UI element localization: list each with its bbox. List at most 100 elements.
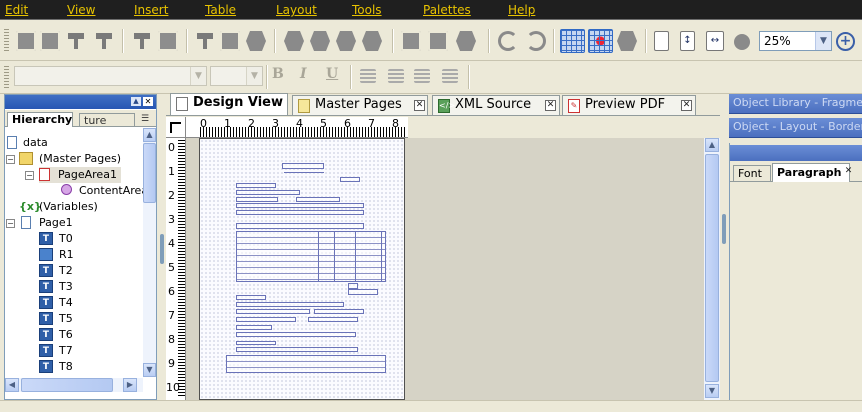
ungroup-icon[interactable] <box>428 31 448 51</box>
fit-height-icon[interactable]: ↕ <box>680 31 695 51</box>
italic-button[interactable]: I <box>300 66 307 82</box>
menu-insert[interactable]: Insert <box>134 3 168 17</box>
form-field[interactable] <box>236 332 356 337</box>
underline-button[interactable]: U <box>326 66 338 82</box>
scroll-down-icon[interactable]: ▼ <box>705 384 719 398</box>
close-icon[interactable]: ✕ <box>843 167 854 178</box>
send-backward-icon[interactable] <box>310 31 330 51</box>
actual-size-icon[interactable] <box>734 34 750 50</box>
tab-paragraph[interactable]: Paragraph <box>772 163 850 182</box>
form-field[interactable] <box>340 177 360 182</box>
zoom-in-icon[interactable]: + <box>836 32 855 51</box>
bold-button[interactable]: B <box>272 66 284 82</box>
align-left-text-icon[interactable] <box>360 69 376 83</box>
align-center-text-icon[interactable] <box>388 69 404 83</box>
menu-help[interactable]: Help <box>508 3 535 17</box>
form-page[interactable] <box>199 138 405 400</box>
scroll-up-icon[interactable]: ▲ <box>705 138 719 152</box>
right-splitter[interactable] <box>720 94 728 400</box>
form-field[interactable] <box>236 341 276 345</box>
menu-layout[interactable]: Layout <box>276 3 317 17</box>
align-right-icon[interactable] <box>40 31 60 51</box>
menu-view[interactable]: View <box>67 3 95 17</box>
merge-icon[interactable] <box>456 31 476 51</box>
left-splitter[interactable] <box>158 94 166 400</box>
zoom-select[interactable]: 25% ▼ <box>759 31 832 51</box>
form-field[interactable] <box>314 309 364 314</box>
tab-menu-icon[interactable]: ☰ <box>141 114 149 124</box>
form-field[interactable] <box>296 197 340 202</box>
center-vertical-icon[interactable] <box>158 31 178 51</box>
collapse-icon[interactable]: − <box>6 155 15 164</box>
collapse-icon[interactable]: − <box>6 219 15 228</box>
design-canvas[interactable] <box>186 138 704 400</box>
splitter-handle[interactable] <box>160 234 164 264</box>
object-layout-panel-bar[interactable]: Object - Layout - Border - A <box>729 118 862 138</box>
form-field[interactable] <box>236 317 296 322</box>
form-field[interactable] <box>236 325 272 330</box>
bring-to-front-icon[interactable] <box>336 31 356 51</box>
undo-icon[interactable] <box>498 31 518 51</box>
toolbar-grip[interactable] <box>4 66 9 88</box>
scroll-left-icon[interactable]: ◀ <box>5 378 19 392</box>
send-to-back-icon[interactable] <box>362 31 382 51</box>
scroll-up-icon[interactable]: ▲ <box>143 128 156 142</box>
menu-table[interactable]: Table <box>205 3 236 17</box>
scroll-thumb[interactable] <box>143 143 156 203</box>
form-field[interactable] <box>348 289 378 295</box>
align-right-text-icon[interactable] <box>414 69 430 83</box>
distribute-vertical-icon[interactable] <box>220 31 240 51</box>
panel-menu-icon[interactable]: ▲ <box>131 97 141 106</box>
menu-palettes[interactable]: Palettes <box>423 3 471 17</box>
close-icon[interactable]: ✕ <box>545 100 556 111</box>
tree-node-page-area[interactable]: PageArea1 PageArea1 <box>39 167 121 183</box>
justify-text-icon[interactable] <box>442 69 458 83</box>
form-field[interactable] <box>236 210 364 215</box>
group-icon[interactable] <box>401 31 421 51</box>
close-icon[interactable]: ✕ <box>414 100 425 111</box>
form-field[interactable] <box>236 223 364 229</box>
splitter-handle[interactable] <box>722 214 726 244</box>
signature-block[interactable] <box>226 355 386 373</box>
align-left-icon[interactable] <box>16 31 36 51</box>
chevron-down-icon[interactable]: ▼ <box>246 67 262 85</box>
distribute-horizontal-icon[interactable] <box>197 33 213 49</box>
tab-master-pages[interactable]: Master Pages ✕ <box>292 95 428 115</box>
close-icon[interactable]: ✕ <box>681 100 692 111</box>
toolbar-grip[interactable] <box>4 29 9 51</box>
settings-icon[interactable] <box>617 31 637 51</box>
tree-horizontal-scrollbar[interactable]: ◀ ▶ <box>5 378 143 392</box>
redo-icon[interactable] <box>526 31 546 51</box>
chevron-down-icon[interactable]: ▼ <box>190 67 206 85</box>
menu-edit[interactable]: Edit <box>5 3 28 17</box>
line-items-table[interactable] <box>236 231 386 282</box>
scroll-right-icon[interactable]: ▶ <box>123 378 137 392</box>
tab-xml-source[interactable]: </> XML Source ✕ <box>432 95 560 115</box>
object-library-panel-bar[interactable]: Object Library - Fragment L <box>729 94 862 114</box>
tab-hierarchy[interactable]: Hierarchy <box>7 112 73 127</box>
fit-width-icon[interactable]: ↔ <box>706 31 724 51</box>
collapse-icon[interactable]: − <box>25 171 34 180</box>
center-horizontal-icon[interactable] <box>134 33 150 49</box>
form-field[interactable] <box>236 197 278 202</box>
form-field[interactable] <box>236 347 358 352</box>
font-family-select[interactable]: ▼ <box>14 66 207 86</box>
form-field[interactable] <box>236 302 344 307</box>
form-field[interactable] <box>236 183 276 188</box>
scroll-down-icon[interactable]: ▼ <box>143 363 156 377</box>
tab-preview-pdf[interactable]: ✎ Preview PDF ✕ <box>562 95 696 115</box>
tab-design-view[interactable]: Design View <box>170 93 288 115</box>
bring-forward-icon[interactable] <box>284 31 304 51</box>
form-field[interactable] <box>308 317 358 322</box>
distribute-grid-icon[interactable] <box>246 31 266 51</box>
snap-to-grid-icon[interactable] <box>588 29 613 53</box>
form-field[interactable] <box>236 203 364 208</box>
form-field[interactable] <box>236 190 300 195</box>
scroll-thumb[interactable] <box>705 154 719 382</box>
tree-vertical-scrollbar[interactable]: ▲ ▼ <box>143 128 156 377</box>
form-field[interactable] <box>236 309 310 314</box>
tab-structure[interactable]: ture <box>79 113 135 127</box>
scroll-thumb[interactable] <box>21 378 113 392</box>
form-title-field[interactable] <box>282 163 324 169</box>
form-field[interactable] <box>236 295 266 300</box>
